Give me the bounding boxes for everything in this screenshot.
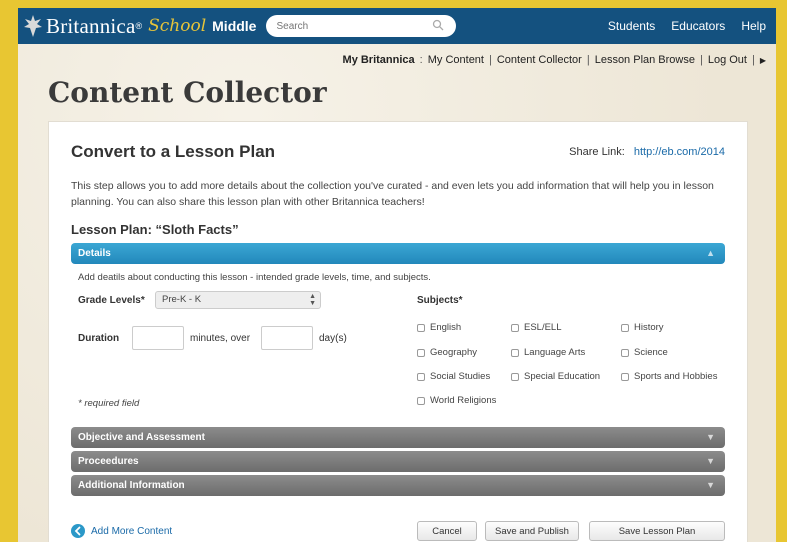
save-lesson-plan-button[interactable]: Save Lesson Plan [589,521,725,541]
expand-arrow-icon[interactable]: ▼ [706,480,715,490]
checkbox-label: World Religions [430,395,497,406]
checkbox[interactable] [621,323,629,332]
checkbox-label: ESL/ELL [524,322,562,333]
checkbox-label: Sports and Hobbies [634,371,718,382]
play-arrow-icon[interactable]: ▶ [760,56,766,65]
expand-arrow-icon[interactable]: ▼ [706,456,715,466]
share-link: Share Link: http://eb.com/2014 [569,146,725,158]
search-input[interactable] [276,20,427,32]
panel-title: Convert to a Lesson Plan [71,142,276,161]
nav-help[interactable]: Help [741,19,766,33]
divider: | [488,54,492,66]
checkbox[interactable] [417,372,425,381]
checkbox[interactable] [511,372,519,381]
subject-checkbox-esl-ell[interactable]: ESL/ELL [511,322,562,333]
checkbox[interactable] [417,348,425,357]
duration-minutes-input[interactable] [132,326,184,350]
search-box[interactable] [266,15,457,37]
subject-checkbox-special-education[interactable]: Special Education [511,371,600,382]
logo[interactable]: Britannica ® School Middle [18,8,256,44]
subnav-log-out[interactable]: Log Out [708,54,747,66]
brand-level: Middle [212,18,257,34]
share-url-link[interactable]: http://eb.com/2014 [634,146,725,158]
checkbox-label: English [430,322,462,333]
checkbox[interactable] [417,323,425,332]
required-field-note: * required field [78,398,140,409]
subject-checkbox-english[interactable]: English [417,322,461,333]
checkbox-label: Social Studies [430,371,491,382]
objective-assessment-accordion[interactable]: Objective and Assessment ▼ [71,427,725,448]
sub-navigation: My Britannica : My Content | Content Col… [343,54,766,66]
intro-text: This step allows you to add more details… [71,180,714,208]
checkbox-label: Special Education [524,371,601,382]
checkbox-label: Language Arts [524,347,586,358]
days-text: day(s) [319,333,347,344]
subject-checkbox-social-studies[interactable]: Social Studies [417,371,490,382]
duration-label: Duration [78,333,120,344]
save-and-publish-button[interactable]: Save and Publish [485,521,579,541]
top-navbar: Britannica ® School Middle Students Educ… [18,8,776,44]
checkbox[interactable] [511,348,519,357]
registered-mark: ® [135,21,143,31]
add-more-label: Add More Content [91,525,173,537]
top-nav-links: Students Educators Help [608,8,766,44]
checkbox[interactable] [417,396,425,405]
cancel-button[interactable]: Cancel [417,521,477,541]
lesson-plan-panel: Convert to a Lesson Plan Share Link: htt… [48,121,748,542]
add-more-content-link[interactable]: Add More Content [71,524,172,538]
checkbox[interactable] [621,348,629,357]
grade-levels-select[interactable]: Pre-K - K ▲ ▼ [155,291,321,309]
subject-checkbox-world-religions[interactable]: World Religions [417,395,496,406]
minutes-over-text: minutes, over [190,333,251,344]
subject-checkbox-history[interactable]: History [621,322,664,333]
proceedures-accordion[interactable]: Proceedures ▼ [71,451,725,472]
section-label: Proceedures [78,456,139,467]
additional-information-accordion[interactable]: Additional Information ▼ [71,475,725,496]
details-description: Add deatils about conducting this lesson… [78,272,431,283]
subject-checkbox-geography[interactable]: Geography [417,347,477,358]
duration-days-input[interactable] [261,326,313,350]
subnav-colon: : [419,54,423,66]
page-title: Content Collector [48,76,327,109]
subnav-my-britannica[interactable]: My Britannica [343,54,415,66]
divider: | [586,54,590,66]
subnav-lesson-plan-browse[interactable]: Lesson Plan Browse [595,54,695,66]
checkbox[interactable] [621,372,629,381]
app-frame: Britannica ® School Middle Students Educ… [18,8,776,542]
subnav-my-content[interactable]: My Content [428,54,484,66]
nav-students[interactable]: Students [608,19,655,33]
select-stepper-icon: ▲ ▼ [309,293,316,307]
expand-arrow-icon[interactable]: ▼ [706,432,715,442]
subject-checkbox-language-arts[interactable]: Language Arts [511,347,585,358]
collapse-arrow-icon[interactable]: ▲ [706,248,715,258]
divider: | [699,54,703,66]
checkbox-label: Science [634,347,668,358]
section-label: Objective and Assessment [78,432,205,443]
nav-educators[interactable]: Educators [671,19,725,33]
grade-levels-value: Pre-K - K [162,294,202,305]
checkbox[interactable] [511,323,519,332]
subject-checkbox-science[interactable]: Science [621,347,668,358]
thistle-logo-icon [24,15,42,37]
details-accordion-header[interactable]: Details ▲ [71,243,725,264]
subjects-label: Subjects* [417,295,463,306]
details-header-label: Details [78,248,111,259]
grade-levels-label: Grade Levels* [78,295,145,306]
checkbox-label: Geography [430,347,478,358]
brand-name: Britannica [46,13,136,38]
lesson-plan-title: Lesson Plan: “Sloth Facts” [71,222,239,237]
share-label: Share Link: [569,146,625,158]
checkbox-label: History [634,322,664,333]
back-arrow-circle-icon [71,524,85,538]
brand-school: School [148,16,207,36]
section-label: Additional Information [78,480,185,491]
search-icon[interactable] [432,19,444,31]
divider: | [751,54,755,66]
subnav-content-collector[interactable]: Content Collector [497,54,582,66]
subject-checkbox-sports-hobbies[interactable]: Sports and Hobbies [621,371,717,382]
